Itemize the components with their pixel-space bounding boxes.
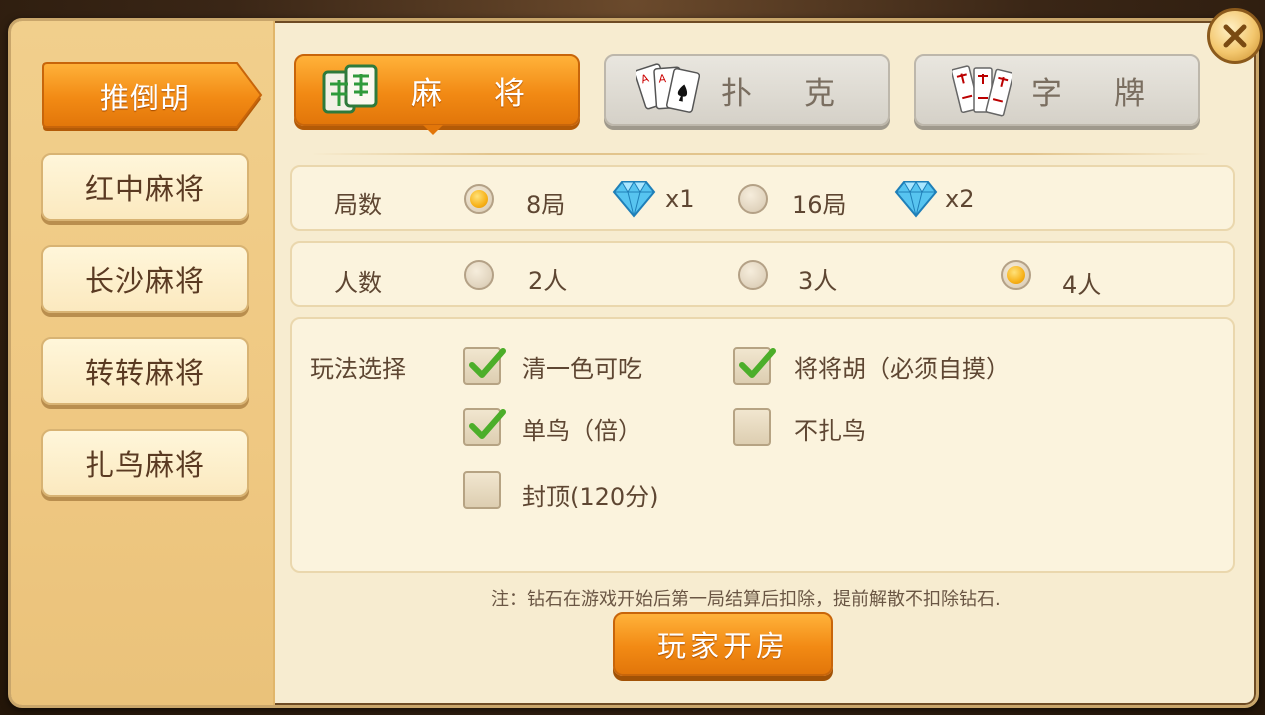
checkmark-icon [469,409,506,439]
sidebar-item-zhuanzhuan[interactable]: 转转麻将 [41,337,249,405]
rule-fengding-checkbox[interactable] [463,471,501,509]
rule-jiangjianghu-text: 将将胡（必须自摸） [794,355,1010,383]
tab-label: 字牌 [1031,75,1197,112]
checkmark-icon [739,348,776,378]
rule-qingyise-checkbox[interactable] [463,347,506,385]
players-3-text: 3人 [798,267,838,295]
rule-danniao-checkbox[interactable] [463,408,506,446]
rule-buzhaniao-checkbox[interactable] [733,408,771,446]
poker-cards-icon: A A [636,63,700,113]
rule-buzhaniao-text: 不扎鸟 [794,417,866,445]
rule-fengding-text: 封顶(120分) [522,483,659,511]
rounds-16-cost: x2 [945,185,975,213]
players-4-radio[interactable] [1001,260,1031,290]
sidebar-item-label: 扎鸟麻将 [84,448,205,482]
tab-zipai[interactable]: 字牌 [914,54,1200,126]
rule-jiangjianghu-checkbox[interactable] [733,347,776,385]
tab-poker[interactable]: A A 扑克 [604,54,890,126]
players-4-text: 4人 [1062,271,1102,299]
sidebar-item-hongzhong[interactable]: 红中麻将 [41,153,249,221]
sidebar-item-changsha[interactable]: 长沙麻将 [41,245,249,313]
mahjong-tile-icon [322,64,378,114]
rounds-8-radio[interactable] [464,184,494,214]
svg-text:A: A [658,72,667,86]
rule-qingyise-text: 清一色可吃 [522,355,642,383]
rounds-8-cost: x1 [665,185,695,213]
create-room-button[interactable]: 玩家开房 [613,612,833,676]
zipai-cards-icon [952,65,1012,117]
rounds-label: 局数 [334,191,382,219]
tab-label: 扑克 [721,75,887,112]
sidebar-item-label: 红中麻将 [84,172,205,206]
sidebar-active-label: 推倒胡 [99,81,190,115]
sidebar-item-label: 长沙麻将 [84,264,205,298]
sidebar-item-zhaniao[interactable]: 扎鸟麻将 [41,429,249,497]
game-mode-sidebar: 推倒胡 红中麻将 长沙麻将 转转麻将 扎鸟麻将 [11,21,275,705]
rounds-row: 局数 8局 x1 16局 x2 [290,165,1235,231]
create-room-panel: 推倒胡 红中麻将 长沙麻将 转转麻将 扎鸟麻将 麻将 A A 扑克 字牌 局数 … [8,18,1259,708]
rule-danniao-text: 单鸟（倍） [522,417,642,445]
sidebar-item-label: 转转麻将 [84,356,205,390]
sidebar-item-tuidaohu[interactable]: 推倒胡 [41,61,263,131]
players-2-text: 2人 [528,267,568,295]
tab-label: 麻将 [411,75,577,112]
players-row: 人数 2人 3人 4人 [290,241,1235,307]
rules-label: 玩法选择 [310,355,406,383]
rounds-8-text: 8局 [526,191,566,219]
diamond-deduct-note: 注：钻石在游戏开始后第一局结算后扣除，提前解散不扣除钻石. [491,589,1001,610]
diamond-icon [612,181,656,218]
rounds-16-radio[interactable] [738,184,768,214]
close-icon [1223,24,1247,48]
rounds-16-text: 16局 [792,191,847,219]
tab-mahjong[interactable]: 麻将 [294,54,580,126]
tab-divider [311,153,1211,155]
players-2-radio[interactable] [464,260,494,290]
create-room-button-label: 玩家开房 [656,629,789,663]
players-label: 人数 [334,269,382,297]
close-button[interactable] [1207,8,1263,64]
tab-pointer [423,125,443,135]
checkmark-icon [469,348,506,378]
players-3-radio[interactable] [738,260,768,290]
rules-box: 玩法选择 清一色可吃 将将胡（必须自摸） 单鸟（倍） 不扎鸟 封顶(120分) [290,317,1235,573]
diamond-icon [894,181,938,218]
